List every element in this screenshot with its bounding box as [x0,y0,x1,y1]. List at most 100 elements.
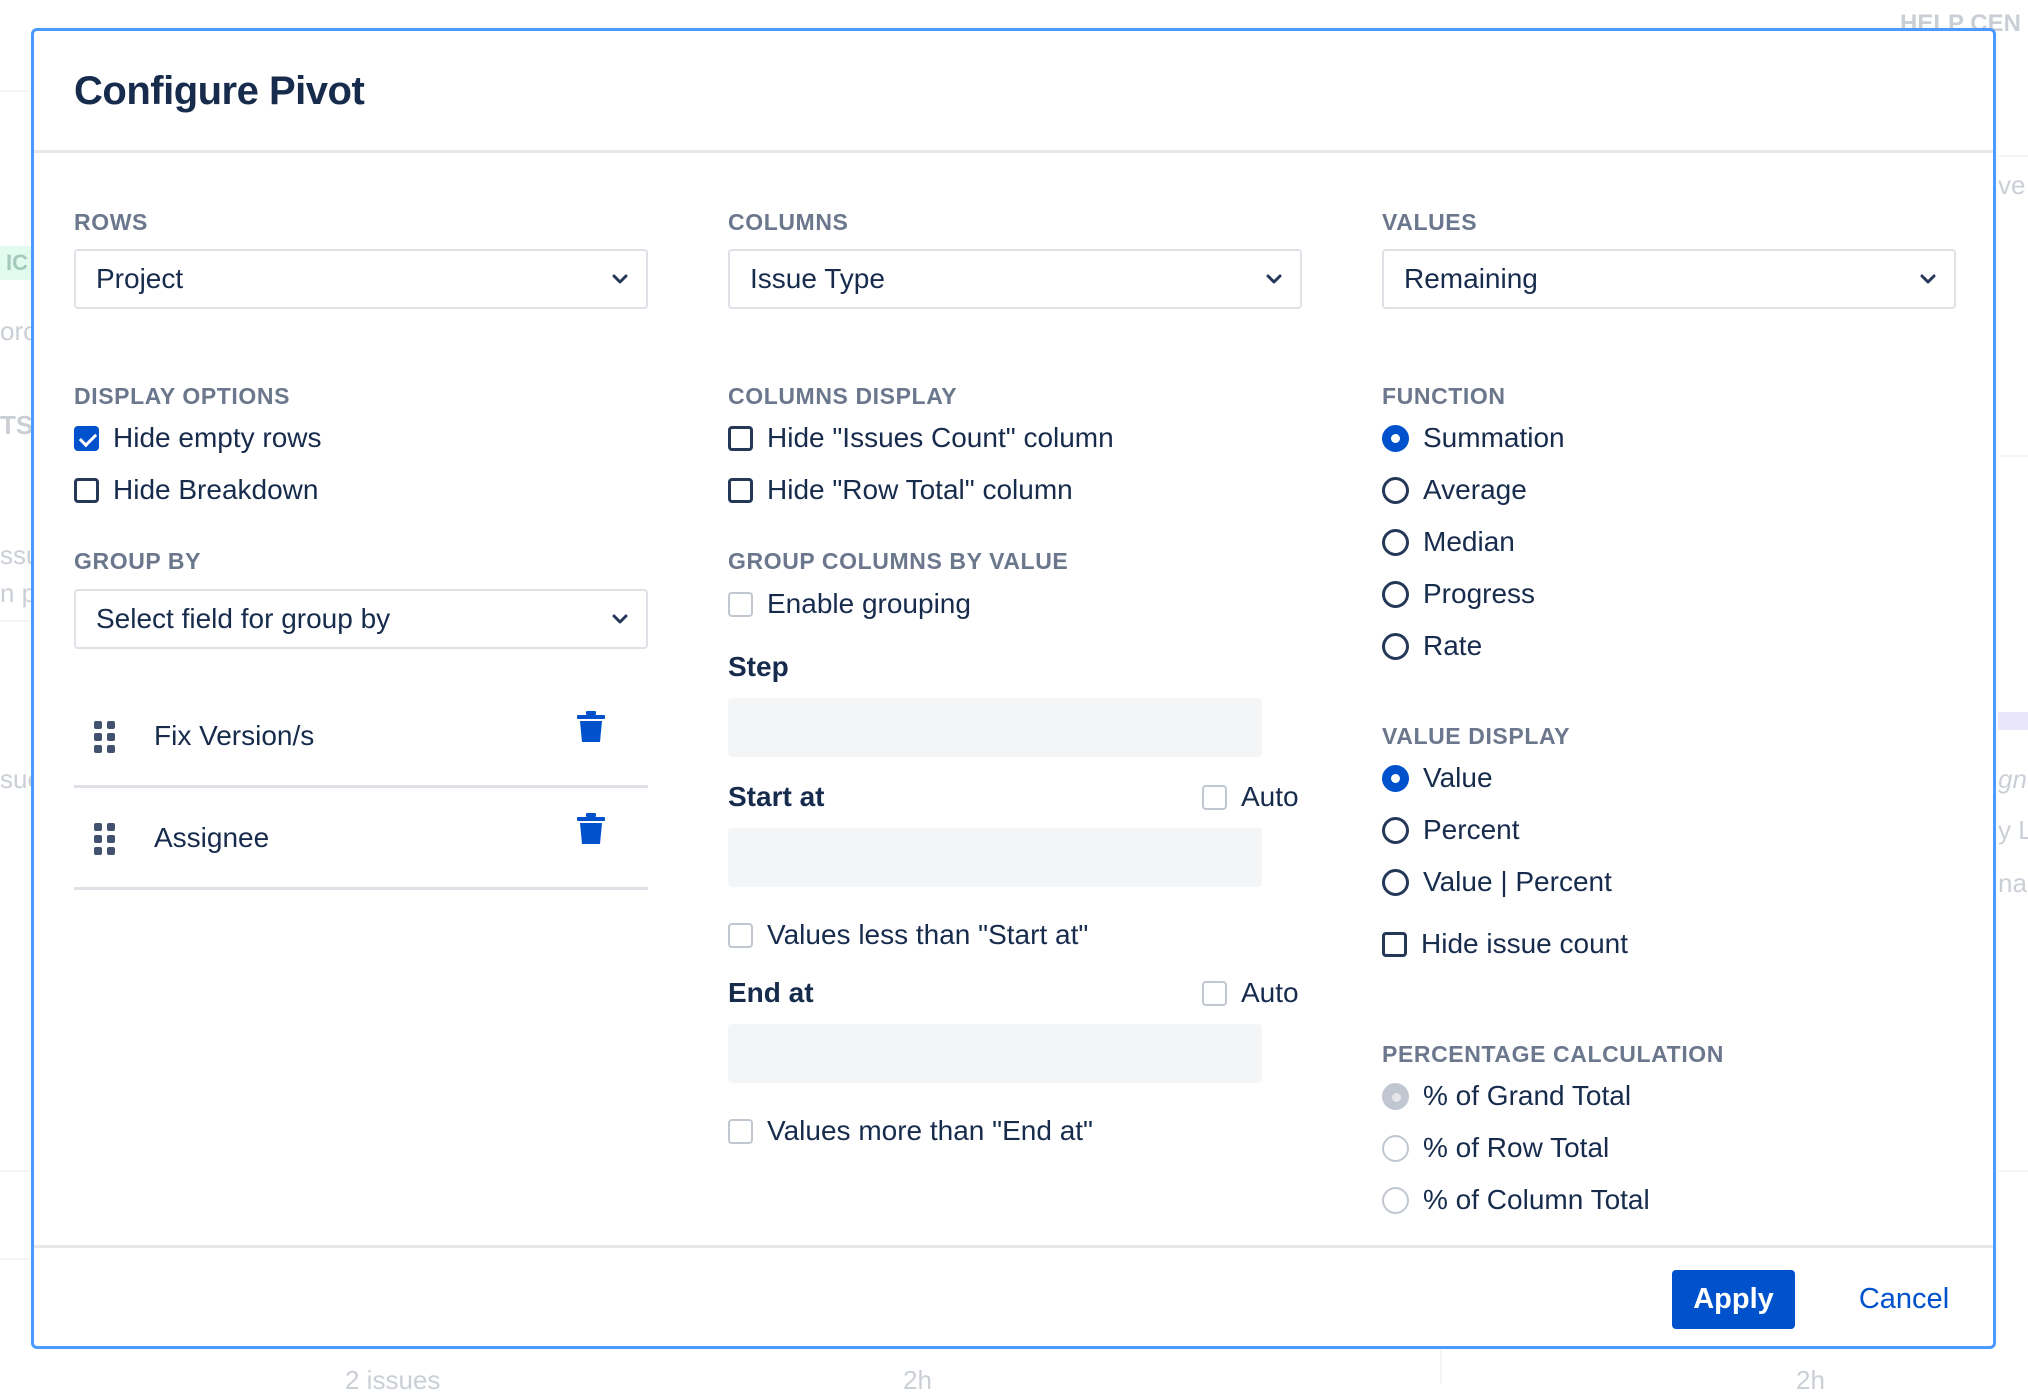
radio-label: Value | Percent [1423,866,1612,897]
checkbox-icon [728,922,753,948]
checkbox-label: Hide Breakdown [113,474,319,505]
dialog-header: Configure Pivot [34,31,1993,153]
checkbox-label: Auto [1241,977,1299,1008]
drag-handle-icon[interactable] [94,721,116,753]
hide-row-total-checkbox[interactable]: Hide "Row Total" column [728,474,1073,506]
trash-icon[interactable] [577,813,605,845]
end-at-input[interactable] [728,1024,1262,1083]
function-radio-median[interactable]: Median [1382,526,1515,558]
columns-select-value: Issue Type [750,263,885,294]
radio-checked-icon [1382,764,1409,792]
radio-label: Progress [1423,578,1536,609]
radio-icon [1382,632,1409,660]
radio-label: % of Grand Total [1423,1080,1632,1111]
checkbox-label: Values less than "Start at" [767,919,1089,950]
checkbox-label: Hide "Row Total" column [767,474,1073,505]
percentage-radio-column-total[interactable]: % of Column Total [1382,1184,1650,1216]
bg-text: ve [1998,170,2026,200]
bg-status-badge: IC [0,246,34,280]
hide-breakdown-checkbox[interactable]: Hide Breakdown [74,474,318,506]
apply-button[interactable]: Apply [1672,1270,1795,1329]
function-radio-rate[interactable]: Rate [1382,630,1482,662]
step-label: Step [728,651,789,682]
checkbox-icon [1382,931,1407,957]
percentage-radio-row-total[interactable]: % of Row Total [1382,1132,1609,1164]
rows-select[interactable]: Project [74,249,648,309]
radio-icon [1382,476,1409,504]
checkbox-label: Hide "Issues Count" column [767,422,1114,453]
enable-grouping-checkbox[interactable]: Enable grouping [728,588,971,620]
bg-divider [0,90,30,92]
drag-handle-icon[interactable] [94,823,116,855]
function-label: FUNCTION [1382,383,1506,409]
rows-select-value: Project [96,263,184,294]
radio-checked-icon [1382,1082,1409,1110]
function-radio-average[interactable]: Average [1382,474,1527,506]
values-label: VALUES [1382,209,1478,235]
end-auto-checkbox[interactable]: Auto [1202,977,1299,1009]
value-display-label: VALUE DISPLAY [1382,723,1571,749]
bg-text: 2h [903,1365,932,1395]
checkbox-icon [728,425,753,451]
radio-label: Median [1423,526,1515,557]
group-by-label: GROUP BY [74,548,202,574]
radio-icon [1382,1186,1409,1214]
value-display-radio-value[interactable]: Value [1382,762,1493,794]
values-less-checkbox[interactable]: Values less than "Start at" [728,919,1088,951]
radio-label: % of Column Total [1423,1184,1650,1215]
value-display-radio-percent[interactable]: Percent [1382,814,1520,846]
hide-issues-count-checkbox[interactable]: Hide "Issues Count" column [728,422,1114,454]
dialog-title: Configure Pivot [74,69,365,113]
dialog-footer: Apply Cancel [34,1245,1993,1349]
checkbox-icon [1202,980,1227,1006]
group-by-select[interactable]: Select field for group by [74,589,648,649]
radio-icon [1382,868,1409,896]
bg-progress-bar [1998,712,2028,730]
value-display-radio-value-percent[interactable]: Value | Percent [1382,866,1612,898]
checkbox-icon [728,477,753,503]
values-select-value: Remaining [1404,263,1538,294]
percentage-radio-grand-total[interactable]: % of Grand Total [1382,1080,1631,1112]
checkbox-label: Hide empty rows [113,422,322,453]
radio-icon [1382,1134,1409,1162]
trash-icon[interactable] [577,711,605,743]
checkbox-label: Hide issue count [1421,928,1629,959]
radio-icon [1382,580,1409,608]
bg-divider [1440,1350,1442,1384]
columns-label: COLUMNS [728,209,849,235]
group-columns-by-value-label: GROUP COLUMNS BY VALUE [728,548,1069,574]
checkbox-icon [74,477,99,503]
group-by-item-label: Fix Version/s [154,719,315,751]
bg-text: gne [1998,764,2028,794]
chevron-down-icon [1266,274,1282,284]
radio-label: Value [1423,762,1493,793]
bg-text: y L [1998,815,2028,845]
step-input[interactable] [728,698,1262,757]
hide-issue-count-checkbox[interactable]: Hide issue count [1382,928,1628,960]
hide-empty-rows-checkbox[interactable]: Hide empty rows [74,422,322,454]
bg-text: nae [1998,868,2028,898]
values-more-checkbox[interactable]: Values more than "End at" [728,1115,1093,1147]
values-select[interactable]: Remaining [1382,249,1956,309]
checkbox-icon [728,1118,753,1144]
group-by-item-label: Assignee [154,821,270,853]
checkbox-checked-icon [74,425,99,451]
function-radio-progress[interactable]: Progress [1382,578,1535,610]
checkbox-label: Auto [1241,781,1299,812]
start-auto-checkbox[interactable]: Auto [1202,781,1299,813]
bg-divider [0,1258,30,1260]
function-radio-summation[interactable]: Summation [1382,422,1565,454]
radio-label: Percent [1423,814,1520,845]
bg-text: 2 issues [345,1365,441,1395]
columns-select[interactable]: Issue Type [728,249,1302,309]
start-at-input[interactable] [728,828,1262,887]
radio-label: Rate [1423,630,1483,661]
chevron-down-icon [1920,274,1936,284]
radio-label: Average [1423,474,1527,505]
group-by-item: Assignee [74,788,648,890]
bg-divider [0,620,30,622]
cancel-button[interactable]: Cancel [1844,1270,1964,1329]
checkbox-label: Enable grouping [767,588,971,619]
checkbox-icon [728,591,753,617]
percentage-calculation-label: PERCENTAGE CALCULATION [1382,1041,1725,1067]
